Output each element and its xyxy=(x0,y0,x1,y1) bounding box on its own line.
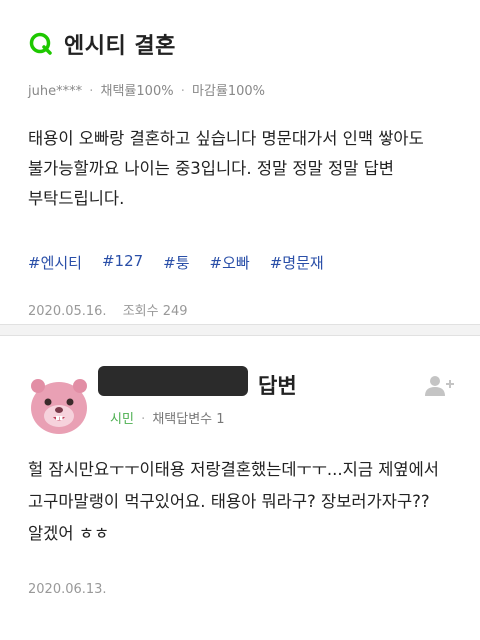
question-views: 조회수 249 xyxy=(122,304,188,319)
meta-separator: · xyxy=(89,84,94,99)
meta-separator: · xyxy=(141,412,146,427)
meta-separator: · xyxy=(180,84,185,99)
section-divider xyxy=(0,324,480,336)
green-q-icon xyxy=(29,32,52,55)
answer-meta: 시민 · 채택답변수 1 xyxy=(110,408,225,427)
tag-item[interactable]: #오빠 xyxy=(210,252,250,273)
tag-item[interactable]: #127 xyxy=(102,252,143,273)
question-section: 엔시티 결혼 juhe**** · 채택률100% · 마감률100% 태용이 … xyxy=(0,0,480,319)
question-title: 엔시티 결혼 xyxy=(64,34,176,59)
tag-item[interactable]: #퉁 xyxy=(163,252,189,273)
tag-item[interactable]: #엔시티 xyxy=(28,252,82,273)
add-user-icon[interactable] xyxy=(424,374,454,398)
question-adopt-rate: 채택률100% xyxy=(100,84,174,99)
answer-date: 2020.06.13. xyxy=(28,582,107,597)
question-meta: juhe**** · 채택률100% · 마감률100% xyxy=(28,80,265,99)
question-body: 태용이 오빠랑 결혼하고 싶습니다 명문대가서 인맥 쌓아도 불가능할까요 나이… xyxy=(28,129,424,208)
question-deadline-rate: 마감률100% xyxy=(191,84,266,99)
question-author[interactable]: juhe**** xyxy=(28,84,82,99)
question-date: 2020.05.16. xyxy=(28,304,107,319)
avatar[interactable] xyxy=(26,372,92,438)
question-title-row: 엔시티 결혼 xyxy=(28,28,176,60)
answerer-adopted-count: 채택답변수 1 xyxy=(152,412,225,427)
answerer-grade: 시민 xyxy=(110,412,134,427)
answer-section: 답변 시민 · 채택답변수 1 헐 잠시만요ㅜㅜ이태용 저랑결혼했는데ㅜㅜ...… xyxy=(0,336,480,640)
answer-body: 헐 잠시만요ㅜㅜ이태용 저랑결혼했는데ㅜㅜ...지금 제옆에서 고구마말랭이 먹… xyxy=(28,460,439,543)
tag-item[interactable]: #명문재 xyxy=(270,252,324,273)
question-footer: 2020.05.16. 조회수 249 xyxy=(28,300,188,319)
tag-list: #엔시티 #127 #퉁 #오빠 #명문재 xyxy=(28,252,324,273)
answer-title: 답변 xyxy=(258,374,297,398)
redacted-username xyxy=(98,366,248,396)
